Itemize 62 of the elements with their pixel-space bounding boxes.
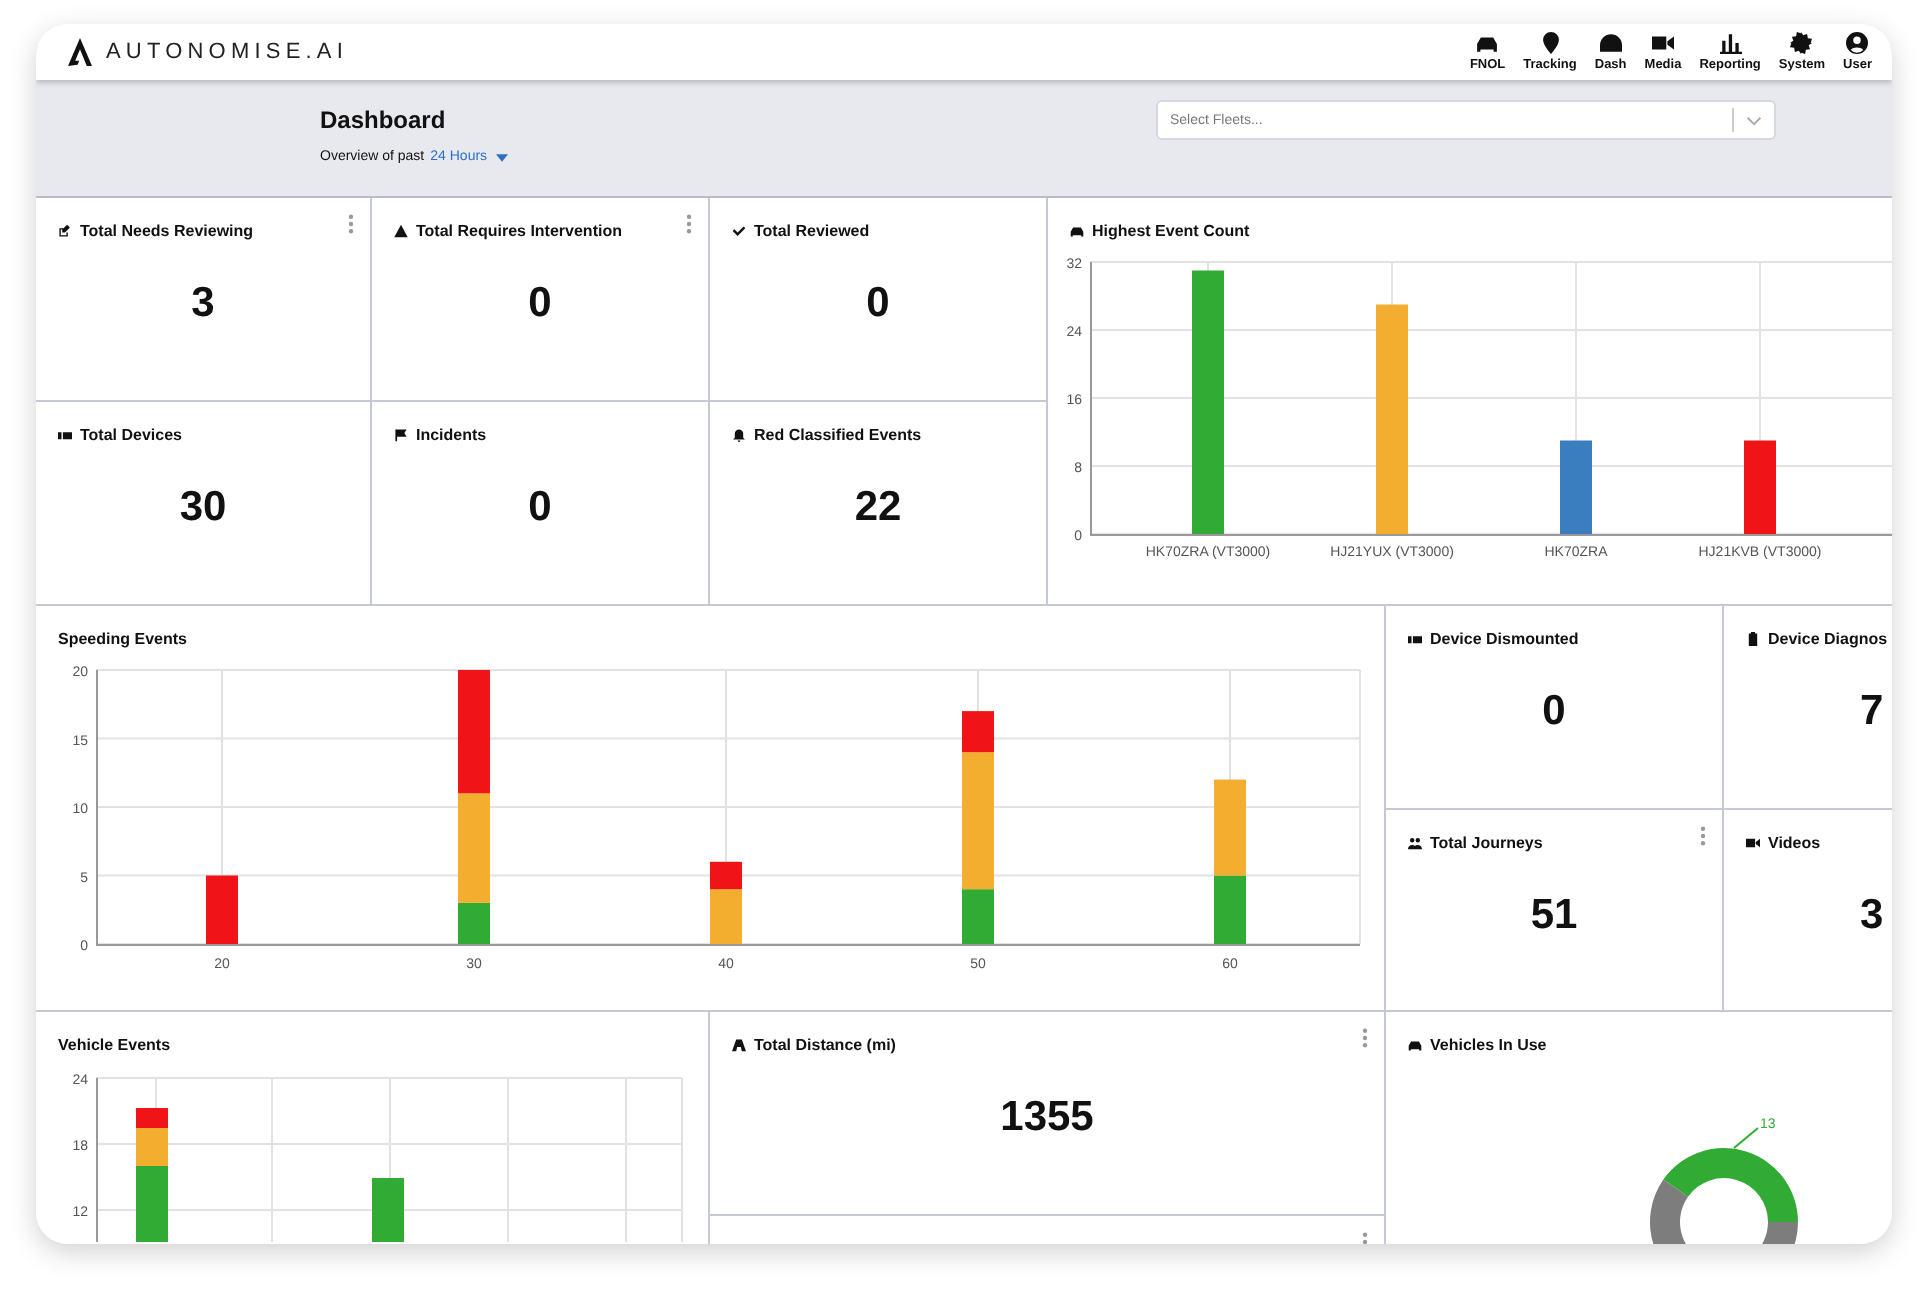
stat-value: 0 bbox=[526, 484, 554, 532]
bar-segment bbox=[458, 670, 490, 794]
gauge-icon bbox=[1599, 32, 1622, 54]
page-title: Dashboard bbox=[320, 106, 448, 134]
card-title: Highest Event Count bbox=[1092, 222, 1250, 240]
more-options-icon[interactable] bbox=[1700, 826, 1706, 846]
more-options-icon[interactable] bbox=[1362, 1028, 1368, 1048]
stat-value: 51 bbox=[1528, 892, 1580, 940]
card-title: Total Requires Intervention bbox=[416, 222, 622, 240]
leader-line bbox=[1733, 1127, 1759, 1149]
card-title: Device Diagnos bbox=[1768, 630, 1888, 648]
car-icon bbox=[1476, 32, 1499, 54]
bell-icon bbox=[732, 428, 746, 442]
stat-value: 3 bbox=[1858, 892, 1886, 940]
logo-text: AUTONOMISE.AI bbox=[106, 40, 348, 64]
stat-value: 22 bbox=[852, 484, 904, 532]
card-title: Total Needs Reviewing bbox=[80, 222, 254, 240]
user-icon bbox=[1846, 32, 1869, 54]
card-title: Device Dismounted bbox=[1430, 630, 1579, 648]
road-icon bbox=[732, 1038, 746, 1052]
card-title: Vehicles In Use bbox=[1430, 1036, 1547, 1054]
caret-icon bbox=[495, 153, 508, 161]
logo-icon bbox=[68, 38, 92, 66]
video-camera-icon bbox=[1651, 32, 1674, 54]
video-camera-icon bbox=[1746, 836, 1760, 850]
card-title: Videos bbox=[1768, 834, 1821, 852]
device-icon bbox=[58, 428, 72, 442]
stat-value: 1355 bbox=[998, 1094, 1096, 1142]
people-icon bbox=[1408, 836, 1422, 850]
car-icon bbox=[1070, 224, 1084, 238]
stat-value: 0 bbox=[1540, 688, 1568, 736]
card-title: Red Classified Events bbox=[754, 426, 922, 444]
device-icon bbox=[1408, 632, 1422, 646]
bar-segment bbox=[206, 875, 238, 944]
card-title: Vehicle Events bbox=[58, 1036, 171, 1054]
bar-segment bbox=[1214, 875, 1246, 944]
battery-icon bbox=[1746, 632, 1760, 646]
card-title: Total Journeys bbox=[1430, 834, 1543, 852]
bar bbox=[1744, 440, 1776, 534]
map-pin-icon bbox=[1539, 32, 1561, 54]
card-title: Speeding Events bbox=[58, 630, 187, 648]
stat-value: 7 bbox=[1858, 688, 1886, 736]
bar bbox=[1560, 440, 1592, 534]
bar-segment bbox=[1214, 779, 1246, 876]
flag-icon bbox=[394, 428, 408, 442]
card-title: Total Distance (mi) bbox=[754, 1036, 896, 1054]
warning-icon bbox=[394, 224, 408, 238]
bar-chart-icon bbox=[1719, 32, 1742, 54]
card-title: Total Reviewed bbox=[754, 222, 870, 240]
chevron-down-icon bbox=[1746, 115, 1762, 125]
checkmark-icon bbox=[732, 224, 746, 238]
more-options-icon[interactable] bbox=[348, 214, 354, 234]
card-title: Incidents bbox=[416, 426, 487, 444]
card-title: Total Devices bbox=[80, 426, 182, 444]
stat-value: 0 bbox=[526, 280, 554, 328]
stat-value: 30 bbox=[177, 484, 229, 532]
edit-icon bbox=[58, 224, 72, 238]
more-options-icon[interactable] bbox=[686, 214, 692, 234]
settings-icon bbox=[1790, 32, 1813, 54]
stat-value: 0 bbox=[864, 280, 892, 328]
stat-value: 3 bbox=[189, 280, 217, 328]
car-icon bbox=[1408, 1038, 1422, 1052]
